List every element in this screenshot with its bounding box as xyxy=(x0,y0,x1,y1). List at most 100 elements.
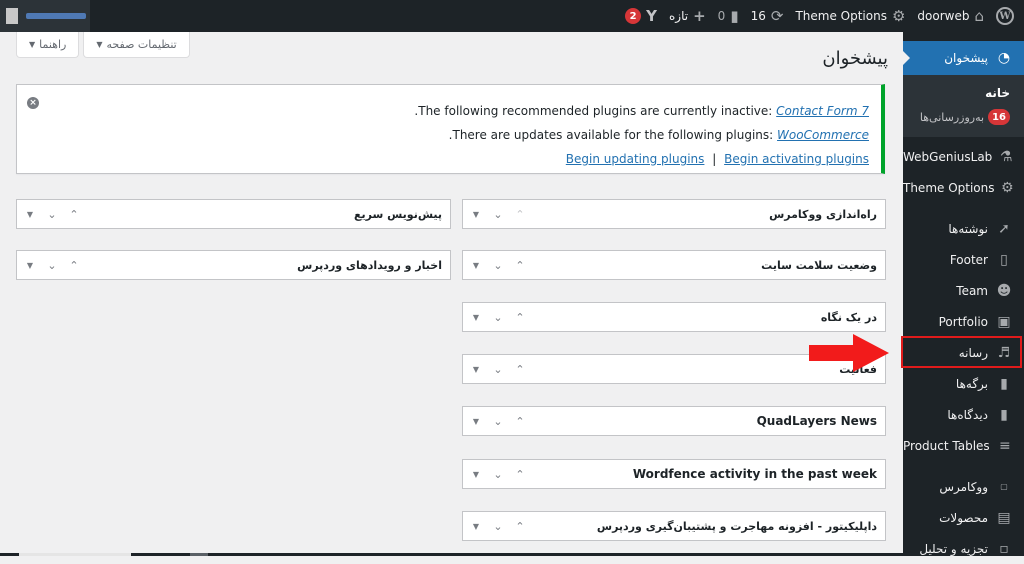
toggle-panel-icon[interactable]: ▼ xyxy=(469,313,483,322)
woocommerce-link[interactable]: WooCommerce xyxy=(777,128,869,142)
site-name-menu[interactable]: doorweb ⌂ xyxy=(911,0,990,32)
toggle-panel-icon[interactable]: ▼ xyxy=(469,365,483,374)
menu-webgeniuslab[interactable]: ⚗ WebGeniusLab xyxy=(903,141,1024,172)
annotation-highlight-box xyxy=(901,336,1022,368)
toggle-panel-icon[interactable]: ▼ xyxy=(469,417,483,426)
move-down-icon[interactable]: ⌄ xyxy=(45,259,59,272)
gear-icon: ⚙ xyxy=(1000,179,1014,196)
site-title-blurred[interactable] xyxy=(0,0,90,32)
begin-activating-plugins-link[interactable]: Begin activating plugins xyxy=(724,152,869,166)
menu-portfolio[interactable]: ▣ Portfolio xyxy=(903,306,1024,337)
move-down-icon[interactable]: ⌄ xyxy=(45,208,59,221)
updates-badge: 16 xyxy=(988,109,1010,125)
updates-menu[interactable]: 16 ⟳ xyxy=(745,0,790,32)
archive-icon: ▤ xyxy=(997,509,1011,526)
widget-quick-draft[interactable]: ▼ ⌄ ⌃ پیش‌نویس سریع xyxy=(16,199,451,229)
menu-products[interactable]: ▤ محصولات xyxy=(903,502,1024,533)
dashboard-icon: ◔ xyxy=(997,50,1011,66)
move-up-icon[interactable]: ⌃ xyxy=(67,208,81,221)
widget-quadlayers-news[interactable]: ▼ ⌄ ⌃ QuadLayers News xyxy=(462,406,886,436)
move-up-icon[interactable]: ⌃ xyxy=(513,520,527,533)
site-icon xyxy=(6,8,18,24)
toggle-panel-icon[interactable]: ▼ xyxy=(469,470,483,479)
move-up-icon[interactable]: ⌃ xyxy=(513,363,527,376)
widget-title: QuadLayers News xyxy=(756,414,877,428)
pages-icon: ▮ xyxy=(1000,375,1008,392)
move-up-icon[interactable]: ⌃ xyxy=(513,468,527,481)
toggle-panel-icon[interactable]: ▼ xyxy=(23,261,37,270)
screen-options-label: تنظیمات صفحه xyxy=(106,38,177,51)
page-icon: ▯ xyxy=(1000,251,1008,268)
move-up-icon[interactable]: ⌃ xyxy=(513,415,527,428)
site-name: doorweb xyxy=(917,9,970,23)
move-up-icon[interactable]: ⌃ xyxy=(67,259,81,272)
page-title: پیشخوان xyxy=(822,48,888,69)
screen-options-button[interactable]: تنظیمات صفحه ▼ xyxy=(83,32,190,58)
new-content-menu[interactable]: تازه + xyxy=(663,0,712,32)
pin-icon: ➚ xyxy=(998,220,1010,237)
submenu-updates[interactable]: 16 به‌روزرسانی‌ها xyxy=(903,105,1024,129)
move-down-icon[interactable]: ⌄ xyxy=(491,311,505,324)
begin-updating-plugins-link[interactable]: Begin updating plugins xyxy=(566,152,705,166)
toggle-panel-icon[interactable]: ▼ xyxy=(469,261,483,270)
theme-options-menu[interactable]: Theme Options ⚙ xyxy=(789,0,911,32)
menu-theme-options[interactable]: ⚙ Theme Options xyxy=(903,172,1024,203)
help-label: راهنما xyxy=(39,38,67,51)
widget-site-health[interactable]: ▼ ⌄ ⌃ وضعیت سلامت سایت xyxy=(462,250,886,280)
widget-title: اخبار و رویدادهای وردپرس xyxy=(297,258,442,272)
submenu-home[interactable]: خانه xyxy=(903,81,1024,105)
menu-woocommerce[interactable]: ▢ ووکامرس xyxy=(903,471,1024,502)
help-button[interactable]: راهنما ▼ xyxy=(16,32,80,58)
dismiss-notice-icon[interactable]: × xyxy=(27,97,39,109)
menu-analytics[interactable]: ▫ تجزیه و تحلیل xyxy=(903,533,1024,564)
menu-footer[interactable]: ▯ Footer xyxy=(903,244,1024,275)
chart-icon: ▫ xyxy=(999,540,1009,557)
widget-title: وضعیت سلامت سایت xyxy=(761,258,877,272)
updates-count: 16 xyxy=(750,9,766,23)
admin-menu: ◔ پیشخوان خانه 16 به‌روزرسانی‌ها ⚗ WebGe… xyxy=(902,32,1024,557)
groups-icon: ☻ xyxy=(996,282,1012,299)
menu-pages[interactable]: ▮ برگه‌ها xyxy=(903,368,1024,399)
wp-logo-menu[interactable]: W xyxy=(990,0,1020,32)
comment-icon: ▮ xyxy=(1000,406,1008,423)
move-down-icon[interactable]: ⌄ xyxy=(491,208,505,221)
move-down-icon[interactable]: ⌄ xyxy=(491,520,505,533)
gear-icon: ⚙ xyxy=(891,7,906,25)
comments-menu[interactable]: 0 ▮ xyxy=(712,0,745,32)
widget-duplicator[interactable]: ▼ ⌄ ⌃ داپلیکیتور - افزونه مهاجرت و پشتیبان… xyxy=(462,511,886,541)
move-down-icon[interactable]: ⌄ xyxy=(491,363,505,376)
yoast-menu[interactable]: 2 Y xyxy=(619,0,663,32)
tgmpa-plugin-notice: × .The following recommended plugins are… xyxy=(16,84,885,174)
caret-down-icon: ▼ xyxy=(96,40,103,49)
notice-line-inactive: .The following recommended plugins are c… xyxy=(414,104,869,118)
menu-dashboard[interactable]: ◔ پیشخوان xyxy=(902,41,1024,75)
move-down-icon[interactable]: ⌄ xyxy=(491,468,505,481)
widget-woocommerce-setup[interactable]: ▼ ⌄ ⌃ راه‌اندازی ووکامرس xyxy=(462,199,886,229)
flask-icon: ⚗ xyxy=(999,148,1013,165)
move-up-icon[interactable]: ⌃ xyxy=(513,311,527,324)
menu-product-tables[interactable]: ≡ Product Tables xyxy=(903,430,1024,461)
home-icon: ⌂ xyxy=(974,7,984,25)
theme-options-label: Theme Options xyxy=(795,9,887,23)
widget-title: داپلیکیتور - افزونه مهاجرت و پشتیبان‌گیر… xyxy=(596,519,877,533)
move-up-icon[interactable]: ⌃ xyxy=(513,259,527,272)
plus-icon: + xyxy=(693,7,706,25)
widget-at-a-glance[interactable]: ▼ ⌄ ⌃ در یک نگاه xyxy=(462,302,886,332)
widget-wordfence-activity[interactable]: ▼ ⌄ ⌃ Wordfence activity in the past week xyxy=(462,459,886,489)
toggle-panel-icon[interactable]: ▼ xyxy=(23,210,37,219)
yoast-icon: Y xyxy=(646,7,658,25)
contact-form-7-link[interactable]: Contact Form 7 xyxy=(776,104,869,118)
move-down-icon[interactable]: ⌄ xyxy=(491,415,505,428)
move-down-icon[interactable]: ⌄ xyxy=(491,259,505,272)
yoast-notification-badge: 2 xyxy=(625,8,642,24)
toggle-panel-icon[interactable]: ▼ xyxy=(469,522,483,531)
menu-team[interactable]: ☻ Team xyxy=(903,275,1024,306)
widget-title: راه‌اندازی ووکامرس xyxy=(769,207,877,221)
toggle-panel-icon[interactable]: ▼ xyxy=(469,210,483,219)
refresh-icon: ⟳ xyxy=(770,7,784,25)
menu-posts[interactable]: ➚ نوشته‌ها xyxy=(903,213,1024,244)
widget-title: Wordfence activity in the past week xyxy=(632,467,877,481)
menu-comments[interactable]: ▮ دیدگاه‌ها xyxy=(903,399,1024,430)
widget-wordpress-news[interactable]: ▼ ⌄ ⌃ اخبار و رویدادهای وردپرس xyxy=(16,250,451,280)
move-up-icon[interactable]: ⌃ xyxy=(513,208,527,221)
